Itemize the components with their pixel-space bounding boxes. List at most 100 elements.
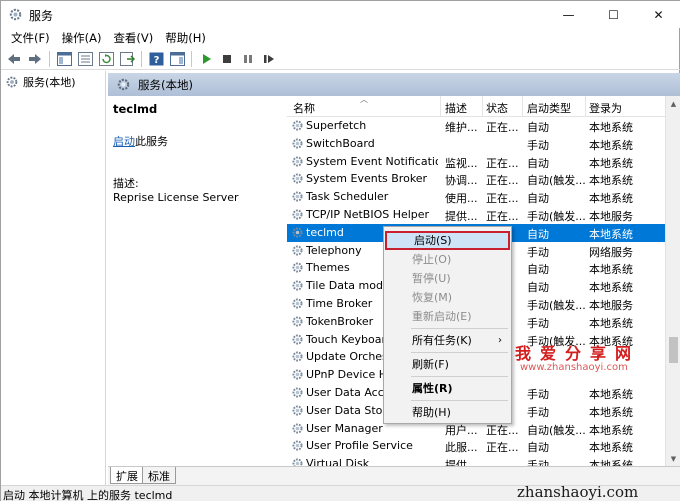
service-desc-cell: 协调... bbox=[445, 174, 478, 188]
refresh-icon[interactable] bbox=[97, 50, 115, 68]
column-header-log-on-as[interactable]: 登录为 bbox=[589, 100, 622, 116]
menu-bar: 文件(F) 操作(A) 查看(V) 帮助(H) bbox=[1, 28, 680, 48]
table-row[interactable]: SwitchBoard 手动 本地系统 bbox=[287, 135, 665, 153]
service-startup-cell: 手动(触发... bbox=[527, 299, 586, 312]
column-header-description[interactable]: 描述 bbox=[445, 100, 467, 116]
menu-item-help[interactable]: 帮助(H) bbox=[385, 403, 510, 422]
forward-icon[interactable] bbox=[26, 50, 44, 68]
service-startup-cell: 手动 bbox=[527, 388, 549, 401]
service-name-cell: Virtual Disk bbox=[306, 457, 370, 466]
column-header-startup-type[interactable]: 启动类型 bbox=[527, 100, 571, 116]
start-service-icon[interactable] bbox=[197, 50, 215, 68]
table-row[interactable]: Virtual Disk 提供... 手动 本地系统 bbox=[287, 455, 665, 466]
sort-ascending-icon: ︿ bbox=[360, 96, 368, 104]
service-startup-cell: 手动 bbox=[527, 316, 549, 330]
menu-item-all-tasks[interactable]: 所有任务(K) › bbox=[385, 331, 510, 350]
service-gear-icon bbox=[292, 227, 303, 238]
menu-separator bbox=[411, 328, 508, 329]
service-logon-cell: 本地系统 bbox=[589, 441, 633, 455]
service-gear-icon bbox=[292, 458, 303, 466]
scroll-up-icon[interactable]: ▲ bbox=[666, 96, 680, 111]
restart-service-icon[interactable] bbox=[260, 50, 278, 68]
table-row[interactable]: TCP/IP NetBIOS Helper 提供... 正在... 手动(触发... 本… bbox=[287, 206, 665, 224]
scrollbar-thumb[interactable] bbox=[669, 337, 678, 363]
service-gear-icon bbox=[292, 138, 303, 149]
table-row[interactable]: Task Scheduler 使用... 正在... 自动 本地系统 bbox=[287, 188, 665, 206]
menu-help[interactable]: 帮助(H) bbox=[159, 30, 212, 46]
service-startup-cell: 手动 bbox=[527, 245, 549, 259]
tree-item-services-local[interactable]: 服务(本地) bbox=[5, 74, 76, 90]
menu-item-refresh[interactable]: 刷新(F) bbox=[385, 355, 510, 374]
watermark-text: 我爱分享网 bbox=[515, 344, 641, 363]
minimize-button[interactable]: — bbox=[546, 1, 591, 28]
menu-item-properties[interactable]: 属性(R) bbox=[385, 379, 510, 398]
service-startup-cell: 手动(触发... bbox=[527, 210, 586, 223]
service-logon-cell: 网络服务 bbox=[589, 245, 633, 259]
table-row[interactable]: Superfetch 维护... 正在... 自动 本地系统 bbox=[287, 117, 665, 135]
vertical-scrollbar[interactable]: ▲ ▼ bbox=[665, 96, 680, 466]
service-name-cell: Task Scheduler bbox=[306, 190, 389, 204]
table-row[interactable]: User Profile Service 此服... 正在... 自动 本地系统 bbox=[287, 437, 665, 455]
start-service-suffix: 此服务 bbox=[135, 135, 168, 148]
export-list-icon[interactable] bbox=[118, 50, 136, 68]
services-gear-icon bbox=[9, 8, 22, 21]
main-header-title: 服务(本地) bbox=[138, 77, 193, 92]
svg-text:?: ? bbox=[153, 55, 159, 66]
toolbar-separator bbox=[49, 50, 50, 67]
service-startup-cell: 自动 bbox=[527, 441, 549, 455]
maximize-button[interactable]: ☐ bbox=[591, 1, 636, 28]
scroll-down-icon[interactable]: ▼ bbox=[666, 451, 680, 466]
service-logon-cell: 本地系统 bbox=[589, 192, 633, 206]
service-status-cell: 正在... bbox=[486, 192, 519, 206]
menu-separator bbox=[411, 376, 508, 377]
menu-item-restart: 重新启动(E) bbox=[412, 310, 472, 323]
menu-item-all-tasks-label: 所有任务(K) bbox=[412, 334, 472, 347]
show-hide-action-pane-icon[interactable] bbox=[168, 50, 186, 68]
tree-item-label: 服务(本地) bbox=[23, 76, 76, 89]
service-logon-cell: 本地系统 bbox=[589, 227, 633, 241]
table-row[interactable]: System Events Broker 协调... 正在... 自动(触发... 本地… bbox=[287, 170, 665, 188]
service-gear-icon bbox=[292, 423, 303, 434]
back-icon[interactable] bbox=[5, 50, 23, 68]
service-gear-icon bbox=[292, 245, 303, 256]
toolbar: ? bbox=[1, 48, 680, 70]
toolbar-separator bbox=[191, 50, 192, 67]
service-logon-cell: 本地系统 bbox=[589, 459, 633, 466]
service-startup-cell: 自动 bbox=[527, 227, 549, 241]
pause-service-icon[interactable] bbox=[239, 50, 257, 68]
tab-extended[interactable]: 扩展 bbox=[110, 467, 144, 484]
menu-view[interactable]: 查看(V) bbox=[107, 30, 159, 46]
console-tree-icon[interactable] bbox=[55, 50, 73, 68]
service-startup-cell: 自动 bbox=[527, 263, 549, 277]
column-header-name[interactable]: 名称 bbox=[293, 100, 315, 116]
column-header-status[interactable]: 状态 bbox=[486, 100, 508, 116]
close-button[interactable]: ✕ bbox=[636, 1, 680, 28]
watermark-url-corner: zhanshaoyi.com bbox=[517, 483, 639, 501]
start-service-link[interactable]: 启动 bbox=[113, 135, 135, 148]
tab-standard[interactable]: 标准 bbox=[142, 467, 176, 484]
service-desc-cell: 此服... bbox=[445, 441, 478, 455]
help-icon[interactable]: ? bbox=[147, 50, 165, 68]
service-logon-cell: 本地服务 bbox=[589, 299, 633, 312]
menu-item-pause: 暂停(U) bbox=[412, 272, 451, 285]
watermark-url: www.zhanshaoyi.com bbox=[520, 362, 628, 373]
properties-pane-icon[interactable] bbox=[76, 50, 94, 68]
menu-item-stop: 停止(O) bbox=[412, 253, 452, 266]
stop-service-icon[interactable] bbox=[218, 50, 236, 68]
service-logon-cell: 本地系统 bbox=[589, 156, 633, 170]
service-gear-icon bbox=[292, 369, 303, 380]
table-row[interactable]: System Event Notification ... 监视... 正在... 自… bbox=[287, 153, 665, 171]
console-tree: 服务(本地) bbox=[2, 71, 106, 485]
service-status-cell: 正在... bbox=[486, 441, 519, 455]
service-startup-cell: 手动 bbox=[527, 138, 549, 152]
services-gear-icon bbox=[117, 78, 130, 91]
service-startup-cell: 手动 bbox=[527, 405, 549, 419]
service-status-cell: 正在... bbox=[486, 121, 519, 134]
menu-file[interactable]: 文件(F) bbox=[5, 30, 56, 46]
description-pane: teclmd 启动此服务 描述: Reprise License Server bbox=[108, 96, 286, 466]
menu-item-start[interactable]: 启动(S) bbox=[385, 231, 510, 250]
service-startup-cell: 自动 bbox=[527, 156, 549, 170]
menu-action[interactable]: 操作(A) bbox=[56, 30, 108, 46]
menu-item-resume: 恢复(M) bbox=[412, 291, 453, 304]
toolbar-separator bbox=[141, 50, 142, 67]
